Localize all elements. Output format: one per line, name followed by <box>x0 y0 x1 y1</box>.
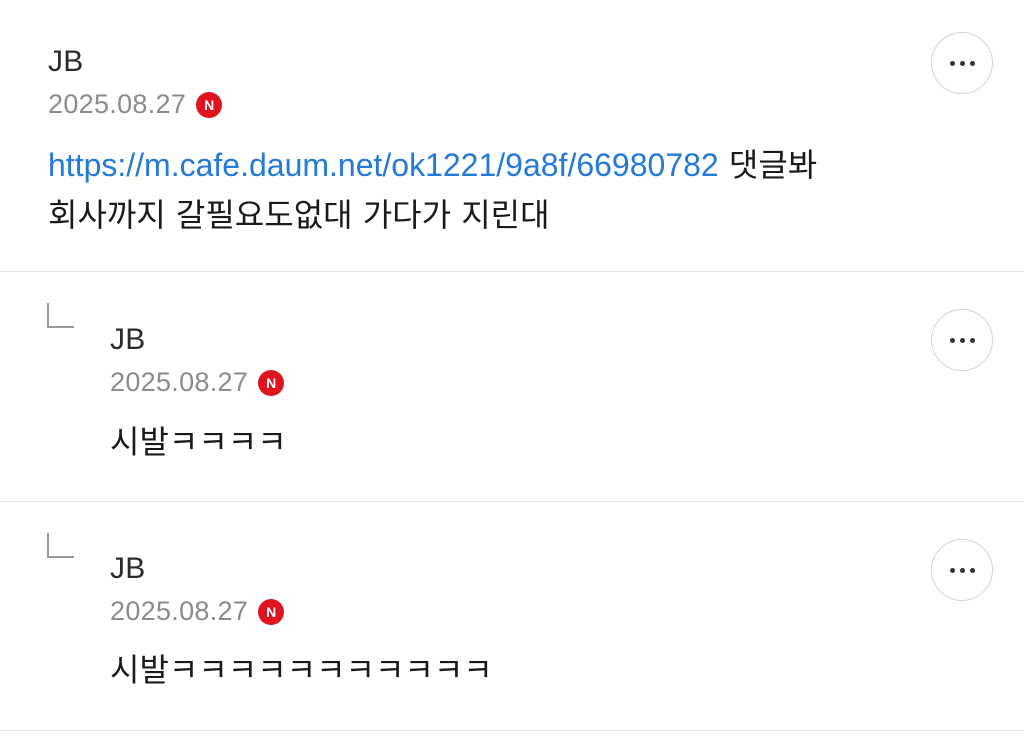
comment-body: https://m.cafe.daum.net/ok1221/9a8f/6698… <box>48 140 817 240</box>
comment-author[interactable]: JB <box>48 45 83 79</box>
reply-arrow-icon <box>47 533 74 558</box>
comment-date: 2025.08.27 <box>110 596 249 626</box>
comment-link[interactable]: https://m.cafe.daum.net/ok1221/9a8f/6698… <box>48 147 719 183</box>
comment: JB 2025.08.27 N https://m.cafe.daum.net/… <box>0 0 1024 272</box>
new-badge-icon: N <box>258 598 285 625</box>
comment-list: JB 2025.08.27 N https://m.cafe.daum.net/… <box>0 0 1024 731</box>
new-badge-icon: N <box>196 91 223 118</box>
comment-meta: 2025.08.27 N <box>48 89 223 120</box>
more-options-button[interactable] <box>931 32 993 94</box>
comment-body-line-2: 회사까지 갈필요도없대 가다가 지린대 <box>48 196 550 234</box>
more-horizontal-icon <box>949 60 975 66</box>
more-options-button[interactable] <box>931 309 993 371</box>
comment-meta: 2025.08.27 N <box>110 367 285 398</box>
new-badge-icon: N <box>258 369 285 396</box>
reply-comment: JB 2025.08.27 N 시발ㅋㅋㅋㅋ <box>0 272 1024 502</box>
comment-author[interactable]: JB <box>110 552 145 586</box>
comment-date: 2025.08.27 <box>110 367 249 397</box>
reply-comment: JB 2025.08.27 N 시발ㅋㅋㅋㅋㅋㅋㅋㅋㅋㅋㅋ <box>0 502 1024 731</box>
reply-arrow-icon <box>47 303 74 328</box>
comment-text: 댓글봐 <box>718 146 818 184</box>
comment-body: 시발ㅋㅋㅋㅋ <box>110 423 287 461</box>
comment-meta: 2025.08.27 N <box>110 596 285 627</box>
comment-date: 2025.08.27 <box>48 89 187 119</box>
comment-author[interactable]: JB <box>110 323 145 357</box>
more-horizontal-icon <box>949 337 975 343</box>
comment-body-line-1: https://m.cafe.daum.net/ok1221/9a8f/6698… <box>48 140 817 190</box>
more-horizontal-icon <box>949 567 975 573</box>
comment-body: 시발ㅋㅋㅋㅋㅋㅋㅋㅋㅋㅋㅋ <box>110 651 493 689</box>
more-options-button[interactable] <box>931 539 993 601</box>
